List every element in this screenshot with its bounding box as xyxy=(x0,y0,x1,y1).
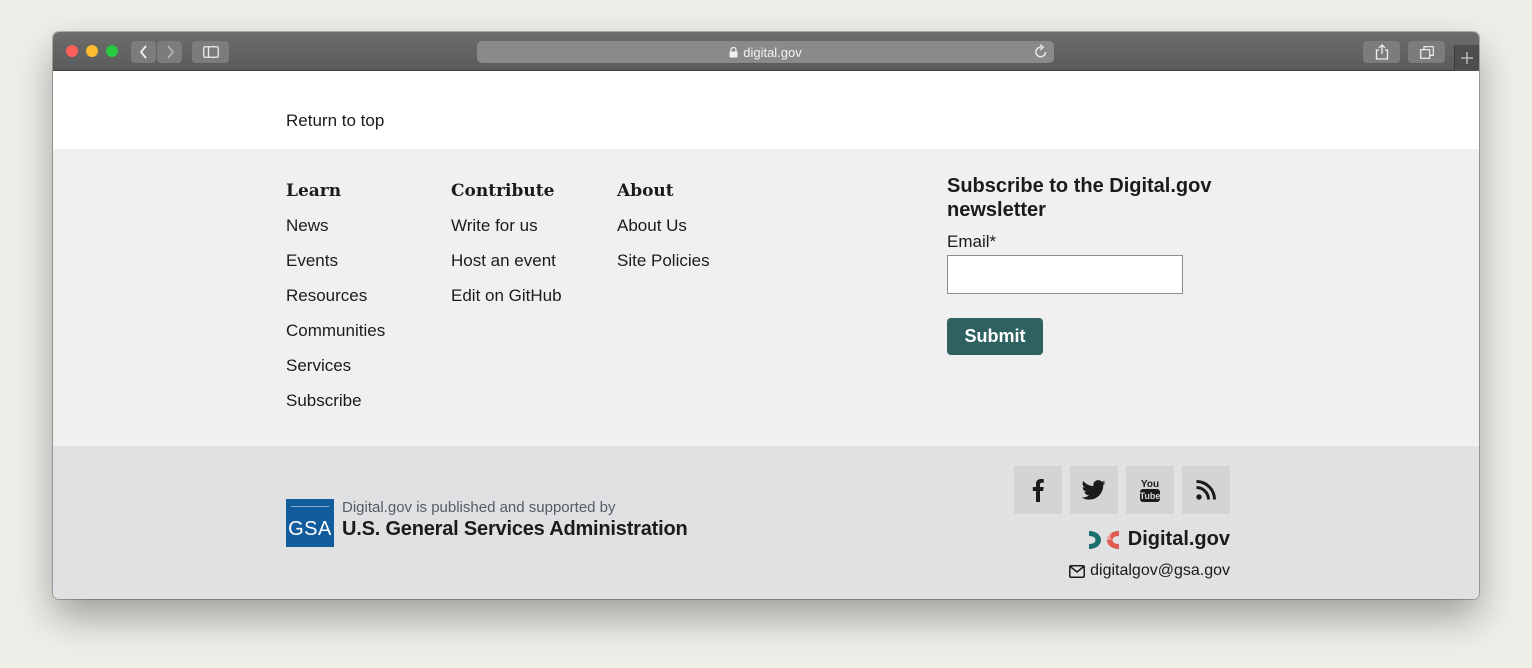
rss-icon xyxy=(1196,480,1216,500)
facebook-icon xyxy=(1032,479,1044,502)
footer-link-services[interactable]: Services xyxy=(286,355,385,390)
address-bar-url: digital.gov xyxy=(743,44,802,60)
footer-col-learn: Learn News Events Resources Communities … xyxy=(286,181,385,425)
back-button[interactable] xyxy=(131,41,156,63)
contact-email: digitalgov@gsa.gov xyxy=(1090,562,1230,579)
return-to-top-link[interactable]: Return to top xyxy=(286,111,384,131)
footer-link-communities[interactable]: Communities xyxy=(286,320,385,355)
chevron-left-icon xyxy=(139,45,147,59)
sidebar-toggle-button[interactable] xyxy=(192,41,229,63)
youtube-icon: You Tube xyxy=(1140,479,1161,502)
minimize-window-button[interactable] xyxy=(86,45,98,57)
footer-link-edit-github[interactable]: Edit on GitHub xyxy=(451,285,562,320)
forward-button[interactable] xyxy=(157,41,182,63)
footer-heading-contribute: Contribute xyxy=(451,181,555,201)
footer-link-about-us[interactable]: About Us xyxy=(617,215,710,250)
footer-col-about: About About Us Site Policies xyxy=(617,181,710,285)
footer-link-events[interactable]: Events xyxy=(286,250,385,285)
footer-heading-learn: Learn xyxy=(286,181,342,201)
footer-heading-about: About xyxy=(617,181,674,201)
page-content: Return to top Learn News Events Resource… xyxy=(53,71,1479,599)
publisher-org-link[interactable]: U.S. General Services Administration xyxy=(342,518,688,541)
digitalgov-logo-icon xyxy=(1088,530,1119,549)
chevron-right-icon xyxy=(166,45,174,59)
tabs-overview-button[interactable] xyxy=(1408,41,1445,63)
footer-link-host-event[interactable]: Host an event xyxy=(451,250,562,285)
tabs-icon xyxy=(1419,45,1434,59)
address-bar[interactable]: digital.gov xyxy=(477,41,1054,63)
footer-list-learn: News Events Resources Communities Servic… xyxy=(286,215,385,425)
plus-icon xyxy=(1461,52,1473,64)
footer-identifier: GSA Digital.gov is published and support… xyxy=(53,446,1479,599)
publisher-line: Digital.gov is published and supported b… xyxy=(342,499,616,516)
gsa-logo[interactable]: GSA xyxy=(286,499,334,547)
email-label: Email* xyxy=(947,232,997,251)
browser-toolbar: digital.gov xyxy=(53,32,1479,71)
share-button[interactable] xyxy=(1363,41,1400,63)
footer-col-contribute: Contribute Write for us Host an event Ed… xyxy=(451,181,562,320)
return-to-top-bar: Return to top xyxy=(53,71,1479,149)
sidebar-icon xyxy=(202,46,219,58)
zoom-window-button[interactable] xyxy=(106,45,118,57)
submit-button[interactable]: Submit xyxy=(947,318,1043,355)
footer-link-news[interactable]: News xyxy=(286,215,385,250)
social-links: You Tube xyxy=(1014,466,1230,514)
twitter-icon xyxy=(1082,480,1106,500)
footer-link-subscribe[interactable]: Subscribe xyxy=(286,390,385,425)
footer-list-about: About Us Site Policies xyxy=(617,215,710,285)
twitter-link[interactable] xyxy=(1070,466,1118,514)
newsletter-form: Subscribe to the Digital.gov newsletter … xyxy=(947,174,1247,355)
footer-link-site-policies[interactable]: Site Policies xyxy=(617,250,710,285)
footer-list-contribute: Write for us Host an event Edit on GitHu… xyxy=(451,215,562,320)
lock-icon xyxy=(729,46,738,58)
publisher-info: Digital.gov is published and supported b… xyxy=(342,499,688,541)
rss-link[interactable] xyxy=(1182,466,1230,514)
svg-text:Tube: Tube xyxy=(1140,491,1161,501)
footer-primary: Learn News Events Resources Communities … xyxy=(53,149,1479,446)
envelope-icon xyxy=(1069,564,1086,578)
email-field[interactable] xyxy=(947,255,1183,294)
gsa-logo-text: GSA xyxy=(288,518,332,540)
footer-link-resources[interactable]: Resources xyxy=(286,285,385,320)
brand-name: Digital.gov xyxy=(1127,528,1230,550)
newsletter-title: Subscribe to the Digital.gov newsletter xyxy=(947,175,1212,221)
share-icon xyxy=(1375,44,1388,60)
browser-window: digital.gov Return to top Learn News Eve… xyxy=(53,32,1479,599)
facebook-link[interactable] xyxy=(1014,466,1062,514)
close-window-button[interactable] xyxy=(66,45,78,57)
footer-link-write-for-us[interactable]: Write for us xyxy=(451,215,562,250)
contact-email-link[interactable]: digitalgov@gsa.gov xyxy=(1069,562,1230,580)
reload-icon[interactable] xyxy=(1034,44,1048,62)
youtube-link[interactable]: You Tube xyxy=(1126,466,1174,514)
svg-text:You: You xyxy=(1141,479,1159,490)
new-tab-button[interactable] xyxy=(1454,45,1479,71)
digitalgov-brand[interactable]: Digital.gov xyxy=(1087,528,1230,551)
